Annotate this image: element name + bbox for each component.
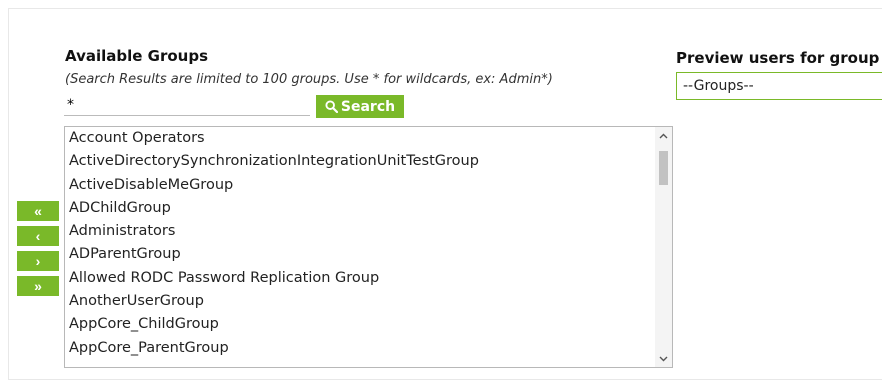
remove-one-button[interactable]: › <box>17 251 59 271</box>
list-item[interactable]: ActiveDisableMeGroup <box>65 174 672 197</box>
list-item[interactable]: ADParentGroup <box>65 243 672 266</box>
list-item[interactable]: AnotherUserGroup <box>65 290 672 313</box>
list-item[interactable]: Allowed RODC Password Replication Group <box>65 267 672 290</box>
preview-users-title: Preview users for group <box>676 49 880 67</box>
remove-all-button[interactable]: » <box>17 276 59 296</box>
list-item[interactable]: Administrators <box>65 220 672 243</box>
list-item[interactable]: AppCore_ChildGroup <box>65 313 672 336</box>
groups-select[interactable]: --Groups-- <box>676 72 882 100</box>
list-item[interactable]: AppCore_ParentGroup <box>65 337 672 360</box>
add-all-button[interactable]: « <box>17 201 59 221</box>
search-button-label: Search <box>340 98 396 115</box>
chevron-up-icon[interactable] <box>655 127 672 144</box>
list-item[interactable]: Account Operators <box>65 127 672 150</box>
add-one-button[interactable]: ‹ <box>17 226 59 246</box>
available-groups-title: Available Groups <box>65 47 209 65</box>
available-groups-list[interactable]: Account Operators ActiveDirectorySynchro… <box>64 126 673 368</box>
list-item[interactable]: ADChildGroup <box>65 197 672 220</box>
search-button[interactable]: Search <box>316 95 404 118</box>
list-scrollbar[interactable] <box>655 127 672 367</box>
chevron-down-icon[interactable] <box>655 350 672 367</box>
search-icon <box>325 100 338 113</box>
list-item[interactable]: ActiveDirectorySynchronizationIntegratio… <box>65 150 672 173</box>
search-hint: (Search Results are limited to 100 group… <box>65 72 553 87</box>
scrollbar-thumb[interactable] <box>659 151 668 185</box>
search-input[interactable] <box>64 94 310 116</box>
